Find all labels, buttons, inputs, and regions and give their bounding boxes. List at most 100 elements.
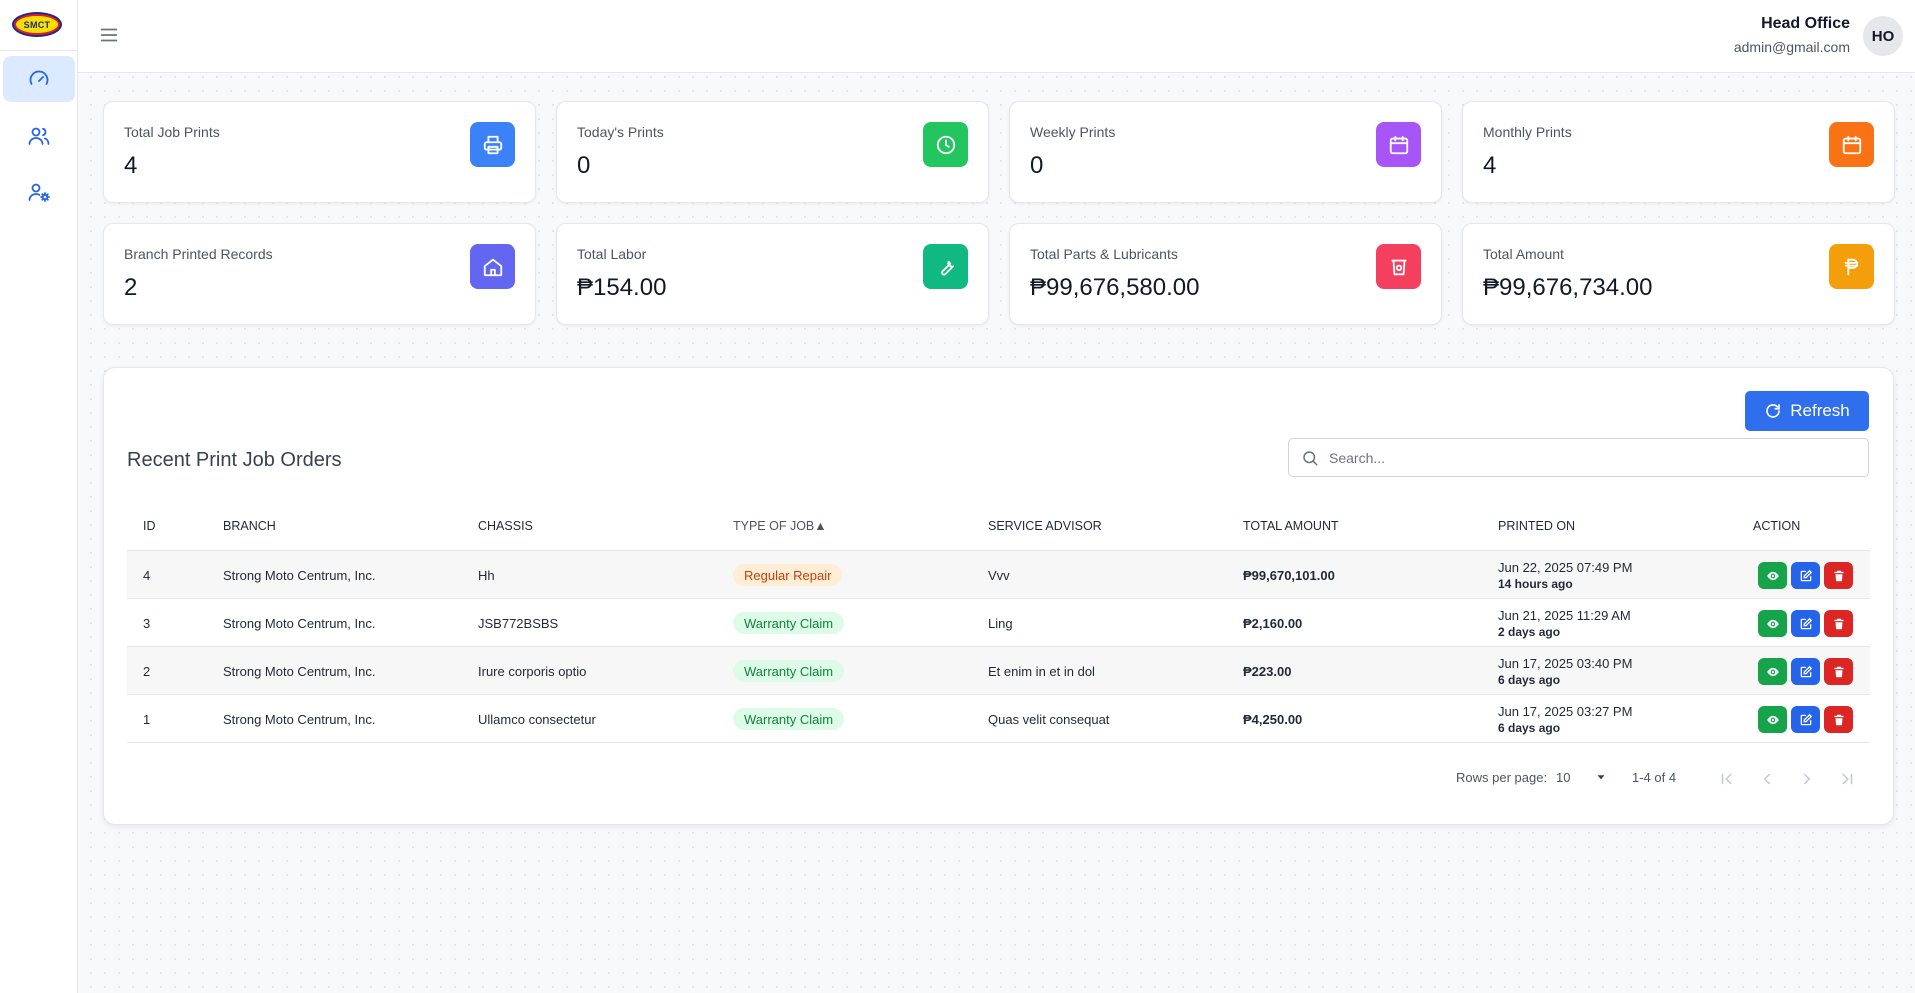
cell-service-advisor: Vvv <box>988 568 1010 583</box>
edit-button[interactable] <box>1791 610 1820 637</box>
edit-icon <box>1800 569 1812 581</box>
cell-printed-date: Jun 17, 2025 03:27 PM <box>1498 704 1633 719</box>
stat-value: 0 <box>577 152 591 179</box>
cell-branch: Strong Moto Centrum, Inc. <box>223 664 376 679</box>
user-name: Head Office <box>1761 15 1850 32</box>
wrench-icon <box>923 244 968 289</box>
job-type-badge: Warranty Claim <box>733 612 845 634</box>
edit-button[interactable] <box>1791 658 1820 685</box>
cell-total-amount: ₱2,160.00 <box>1243 616 1303 631</box>
calendar-icon <box>1829 122 1874 167</box>
edit-button[interactable] <box>1791 562 1820 589</box>
caret-down-icon <box>1597 775 1605 780</box>
rows-per-page-select[interactable]: 10 <box>1556 764 1608 790</box>
column-header-branch[interactable]: BRANCH <box>223 519 276 533</box>
stat-value: 4 <box>1483 152 1497 179</box>
stat-label: Monthly Prints <box>1483 124 1572 140</box>
stat-card-total-amount: Total Amount ₱99,676,734.00 <box>1462 223 1895 325</box>
refresh-label: Refresh <box>1790 401 1850 420</box>
cell-branch: Strong Moto Centrum, Inc. <box>223 712 376 727</box>
hamburger-icon[interactable] <box>98 24 120 46</box>
sidebar-divider <box>0 50 78 51</box>
first-page-button[interactable] <box>1712 764 1742 794</box>
brand-logo-text: SMCT <box>16 16 58 33</box>
view-button[interactable] <box>1758 562 1787 589</box>
column-header-type-of-job[interactable]: TYPE OF JOB▲ <box>733 519 827 533</box>
column-header-total-amount[interactable]: TOTAL AMOUNT <box>1243 519 1339 533</box>
search-field[interactable] <box>1288 438 1869 477</box>
user-gear-icon <box>28 183 50 202</box>
cell-chassis: Irure corporis optio <box>478 664 587 679</box>
cell-printed-date: Jun 22, 2025 07:49 PM <box>1498 560 1633 575</box>
refresh-button[interactable]: Refresh <box>1745 391 1869 431</box>
eye-icon <box>1766 715 1779 724</box>
rows-per-page-value: 10 <box>1556 769 1571 785</box>
users-icon <box>28 127 50 145</box>
table-row[interactable]: 3 Strong Moto Centrum, Inc. JSB772BSBS W… <box>127 599 1870 647</box>
eye-icon <box>1766 571 1779 580</box>
column-header-service-advisor[interactable]: SERVICE ADVISOR <box>988 519 1102 533</box>
next-page-button[interactable] <box>1792 764 1822 794</box>
sort-ascending-icon: ▲ <box>814 519 827 533</box>
user-email: admin@gmail.com <box>1733 39 1850 55</box>
cell-total-amount: ₱99,670,101.00 <box>1243 568 1335 583</box>
stat-value: ₱99,676,734.00 <box>1483 274 1653 301</box>
stat-value: ₱154.00 <box>577 274 667 301</box>
trash-icon <box>1833 570 1844 581</box>
view-button[interactable] <box>1758 706 1787 733</box>
cell-printed-ago: 2 days ago <box>1498 625 1561 639</box>
delete-button[interactable] <box>1824 610 1853 637</box>
sidebar-item-dashboard[interactable] <box>3 56 75 102</box>
brand-logo[interactable]: SMCT <box>12 12 62 37</box>
cell-chassis: JSB772BSBS <box>478 616 559 631</box>
stat-label: Total Job Prints <box>124 124 220 140</box>
stat-card-branch-printed-records: Branch Printed Records 2 <box>103 223 536 325</box>
delete-button[interactable] <box>1824 562 1853 589</box>
rows-per-page-label: Rows per page: <box>1456 770 1548 785</box>
delete-button[interactable] <box>1824 706 1853 733</box>
cell-printed-ago: 14 hours ago <box>1498 577 1573 591</box>
view-button[interactable] <box>1758 610 1787 637</box>
cell-chassis: Ullamco consectetur <box>478 712 596 727</box>
sidebar-item-user-settings[interactable] <box>3 169 75 215</box>
clock-icon <box>923 122 968 167</box>
edit-button[interactable] <box>1791 706 1820 733</box>
bin-icon <box>1376 244 1421 289</box>
trash-icon <box>1833 618 1844 629</box>
delete-button[interactable] <box>1824 658 1853 685</box>
cell-total-amount: ₱223.00 <box>1243 664 1292 679</box>
avatar[interactable]: HO <box>1863 16 1903 56</box>
stat-value: ₱99,676,580.00 <box>1030 274 1200 301</box>
column-header-id[interactable]: ID <box>143 519 156 533</box>
eye-icon <box>1766 619 1779 628</box>
cell-id: 1 <box>143 712 151 727</box>
eye-icon <box>1766 667 1779 676</box>
stat-label: Today's Prints <box>577 124 664 140</box>
top-header: Head Office admin@gmail.com HO <box>78 0 1915 73</box>
last-page-button[interactable] <box>1832 764 1862 794</box>
stat-label: Weekly Prints <box>1030 124 1116 140</box>
job-type-badge: Warranty Claim <box>733 708 845 730</box>
cell-chassis: Hh <box>478 568 495 583</box>
search-icon <box>1303 451 1318 466</box>
sidebar: SMCT <box>0 0 78 993</box>
edit-icon <box>1800 617 1812 629</box>
search-input[interactable] <box>1329 447 1849 469</box>
stat-card-total-labor: Total Labor ₱154.00 <box>556 223 989 325</box>
trash-icon <box>1833 714 1844 725</box>
column-header-printed-on[interactable]: PRINTED ON <box>1498 519 1575 533</box>
table-row[interactable]: 2 Strong Moto Centrum, Inc. Irure corpor… <box>127 647 1870 695</box>
edit-icon <box>1800 713 1812 725</box>
sidebar-item-users[interactable] <box>3 113 75 159</box>
previous-page-button[interactable] <box>1752 764 1782 794</box>
column-header-chassis[interactable]: CHASSIS <box>478 519 533 533</box>
cell-printed-ago: 6 days ago <box>1498 673 1561 687</box>
table-header: ID BRANCH CHASSIS TYPE OF JOB▲ SERVICE A… <box>127 501 1870 551</box>
home-icon <box>470 244 515 289</box>
cell-total-amount: ₱4,250.00 <box>1243 712 1303 727</box>
table-row[interactable]: 4 Strong Moto Centrum, Inc. Hh Regular R… <box>127 551 1870 599</box>
view-button[interactable] <box>1758 658 1787 685</box>
stat-label: Total Amount <box>1483 246 1564 262</box>
table-row[interactable]: 1 Strong Moto Centrum, Inc. Ullamco cons… <box>127 695 1870 743</box>
column-header-type-of-job-label: TYPE OF JOB <box>733 519 815 533</box>
